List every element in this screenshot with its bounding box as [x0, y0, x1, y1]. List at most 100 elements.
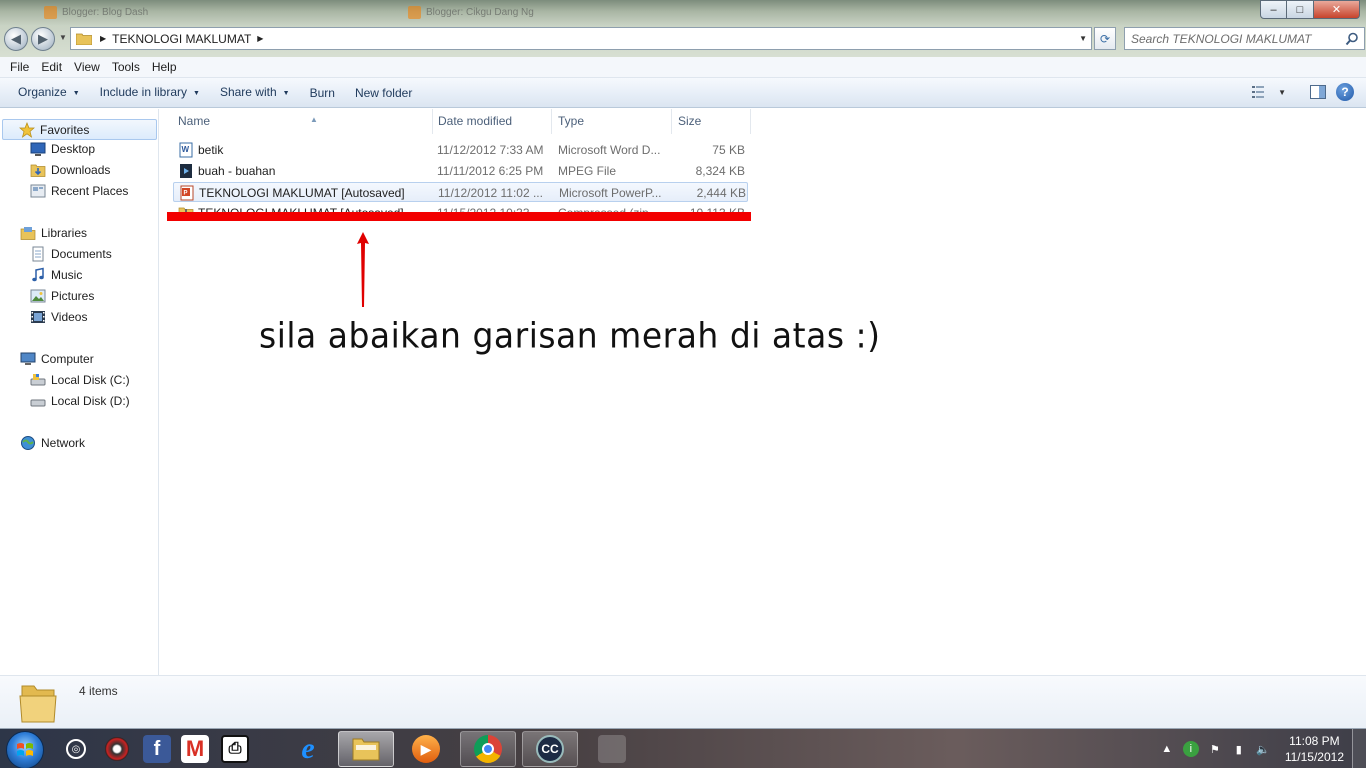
system-tray: ▲ i ⚑ ▮ 🔈 11:08 PM 11/15/2012 — [1155, 729, 1366, 768]
background-browser-tab: Blogger: Blog Dash — [40, 2, 200, 24]
recent-places-icon — [30, 184, 46, 198]
file-size: 75 KB — [712, 143, 745, 157]
nav-computer[interactable]: Computer — [20, 349, 94, 369]
nav-downloads[interactable]: Downloads — [30, 160, 110, 180]
nav-pictures-label: Pictures — [51, 289, 95, 303]
menu-help[interactable]: Help — [146, 57, 183, 78]
window-titlebar: Blogger: Blog Dash Blogger: Cikgu Dang N… — [0, 0, 1366, 57]
file-row[interactable]: W betik 11/12/2012 7:33 AM Microsoft Wor… — [173, 140, 748, 160]
show-desktop-button[interactable] — [1352, 729, 1366, 768]
taskbar-app[interactable]: M — [178, 731, 212, 767]
search-input[interactable] — [1125, 28, 1335, 49]
annotation-text: sila abaikan garisan merah di atas :) — [259, 315, 881, 356]
volume-icon[interactable]: 🔈 — [1255, 741, 1271, 757]
chevron-down-icon: ▼ — [72, 89, 80, 97]
nav-documents[interactable]: Documents — [30, 244, 112, 264]
preview-pane-icon[interactable] — [1310, 85, 1326, 99]
file-row[interactable]: buah - buahan 11/11/2012 6:25 PM MPEG Fi… — [173, 161, 748, 181]
app-icon — [598, 735, 626, 763]
address-history-dropdown[interactable]: ▼ — [1079, 34, 1087, 43]
change-view-icon[interactable] — [1252, 85, 1268, 99]
command-bar: Organize ▼ Include in library ▼ Share with… — [0, 78, 1366, 108]
column-header-name[interactable]: ▲ Name — [172, 109, 433, 134]
file-name: buah - buahan — [198, 164, 276, 178]
breadcrumb-chevron-icon[interactable]: ▶ — [257, 34, 263, 43]
search-box[interactable] — [1124, 27, 1365, 50]
breadcrumb-chevron-icon[interactable]: ▶ — [100, 34, 106, 43]
clock[interactable]: 11:08 PM 11/15/2012 — [1285, 733, 1344, 765]
recent-pages-dropdown[interactable]: ▼ — [59, 33, 67, 42]
taskbar-app[interactable]: f — [140, 731, 174, 767]
nav-music[interactable]: Music — [30, 265, 82, 285]
nav-libraries[interactable]: Libraries — [20, 223, 87, 243]
taskbar-app[interactable] — [584, 731, 640, 767]
file-date: 11/12/2012 11:02 ... — [438, 186, 543, 200]
taskbar-app[interactable] — [100, 731, 134, 767]
sync-app-icon: ◎ — [66, 739, 86, 759]
camera-app-icon — [105, 737, 129, 761]
chevron-down-icon: ▼ — [193, 89, 200, 97]
gmail-icon: M — [181, 735, 209, 763]
info-tray-icon[interactable]: i — [1182, 741, 1199, 757]
taskbar: ◎ f M ⎙ e ▶ CC ▲ i ⚑ ▮ 🔈 11:08 PM 11/15/… — [0, 728, 1366, 768]
column-header-size[interactable]: Size — [672, 109, 751, 134]
menu-file[interactable]: File — [4, 57, 35, 78]
column-header-type[interactable]: Type — [552, 109, 672, 134]
minimize-button[interactable]: – — [1260, 0, 1287, 19]
taskbar-internet-explorer[interactable]: e — [280, 731, 336, 767]
breadcrumb-current-folder[interactable]: TEKNOLOGI MAKLUMAT — [112, 32, 251, 46]
nav-local-disk-c[interactable]: Local Disk (C:) — [30, 370, 130, 390]
file-row-selected[interactable]: P TEKNOLOGI MAKLUMAT [Autosaved] 11/12/2… — [173, 182, 748, 202]
search-icon[interactable] — [1345, 32, 1359, 46]
forward-button[interactable]: ▶ — [31, 27, 55, 51]
taskbar-app[interactable]: ⎙ — [218, 731, 252, 767]
powerpoint-icon: P — [180, 185, 194, 201]
folder-icon — [19, 685, 57, 723]
nav-local-disk-c-label: Local Disk (C:) — [51, 373, 130, 387]
include-in-library-button[interactable]: Include in library ▼ — [90, 77, 210, 109]
show-hidden-icons-icon[interactable]: ▲ — [1159, 741, 1175, 757]
include-in-library-label: Include in library — [99, 84, 188, 99]
view-options-dropdown-icon[interactable]: ▼ — [1278, 88, 1286, 97]
menu-view[interactable]: View — [68, 57, 106, 78]
taskbar-windows-explorer[interactable] — [338, 731, 394, 767]
chrome-icon — [474, 735, 502, 763]
taskbar-media-player[interactable]: ▶ — [398, 731, 454, 767]
battery-icon[interactable]: ▮ — [1231, 741, 1247, 757]
blogger-icon — [44, 6, 57, 19]
nav-desktop[interactable]: Desktop — [30, 139, 95, 159]
details-pane: 4 items — [0, 675, 1366, 728]
menu-edit[interactable]: Edit — [35, 57, 68, 78]
back-button[interactable]: ◀ — [4, 27, 28, 51]
burn-button[interactable]: Burn — [300, 78, 345, 108]
new-folder-button[interactable]: New folder — [345, 78, 422, 108]
taskbar-app[interactable]: ◎ — [60, 731, 92, 767]
menu-tools[interactable]: Tools — [106, 57, 146, 78]
videos-icon — [31, 311, 45, 323]
help-icon[interactable]: ? — [1336, 83, 1354, 101]
nav-music-label: Music — [51, 268, 83, 282]
taskbar-cc-app[interactable]: CC — [522, 731, 578, 767]
nav-network[interactable]: Network — [20, 433, 85, 453]
organize-button[interactable]: Organize ▼ — [8, 77, 90, 109]
column-header-date[interactable]: Date modified — [432, 109, 552, 134]
taskbar-chrome[interactable] — [460, 731, 516, 767]
nav-pictures[interactable]: Pictures — [30, 286, 94, 306]
file-size: 8,324 KB — [695, 164, 745, 178]
drive-icon — [30, 374, 46, 386]
share-with-button[interactable]: Share with ▼ — [210, 77, 300, 109]
nav-recent-places[interactable]: Recent Places — [30, 181, 128, 201]
address-bar[interactable]: ▶ TEKNOLOGI MAKLUMAT ▶ ▼ — [70, 27, 1092, 50]
start-button[interactable] — [6, 731, 44, 768]
file-type: Microsoft PowerP... — [559, 186, 662, 200]
close-button[interactable]: ✕ — [1314, 0, 1360, 19]
nav-local-disk-d[interactable]: Local Disk (D:) — [30, 391, 130, 411]
maximize-button[interactable]: □ — [1287, 0, 1314, 19]
action-center-flag-icon[interactable]: ⚑ — [1207, 741, 1223, 757]
nav-recent-places-label: Recent Places — [51, 184, 129, 198]
nav-favorites[interactable]: Favorites — [2, 119, 157, 140]
file-date: 11/11/2012 6:25 PM — [437, 164, 544, 178]
nav-videos[interactable]: Videos — [30, 307, 87, 327]
refresh-button[interactable]: ⟳ — [1094, 27, 1116, 50]
file-name: betik — [198, 143, 224, 157]
